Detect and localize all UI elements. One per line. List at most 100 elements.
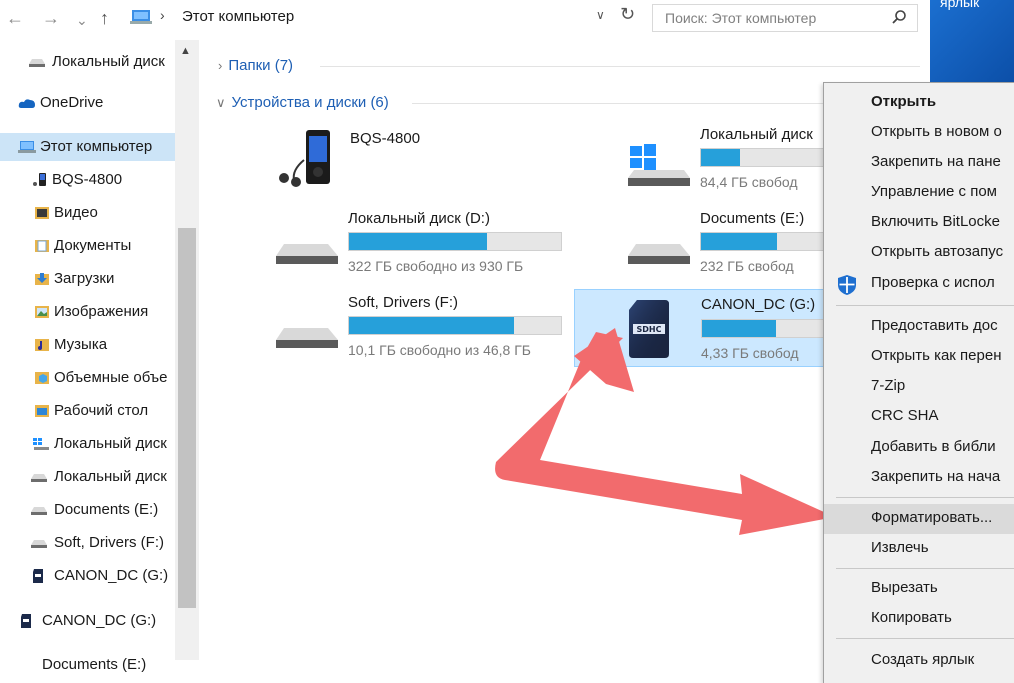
menu-item-label: Закрепить на нача	[871, 468, 1001, 485]
documents-folder-icon	[34, 239, 50, 253]
menu-separator	[836, 638, 1014, 639]
menu-item-open-portable[interactable]: Открыть как перен	[824, 342, 1014, 372]
onedrive-icon	[18, 96, 35, 110]
menu-item-manage-with[interactable]: Управление с пом	[824, 178, 1014, 208]
drive-icon	[624, 210, 696, 288]
sidebar-item-desktop[interactable]: Рабочий стол	[0, 397, 182, 425]
menu-item-crc-sha[interactable]: CRC SHA	[824, 402, 1014, 432]
sidebar-item-label: Documents (E:)	[42, 656, 147, 672]
menu-item-copy[interactable]: Копировать	[824, 604, 1014, 634]
menu-item-pin-to-start[interactable]: Закрепить на нача	[824, 463, 1014, 493]
sidebar-item-downloads[interactable]: Загрузки	[0, 265, 182, 293]
search-icon[interactable]	[891, 9, 907, 25]
sidebar-item-documents-e-root[interactable]: Documents (E:)	[0, 650, 182, 672]
chevron-right-icon[interactable]: ›	[160, 7, 165, 23]
menu-item-cut[interactable]: Вырезать	[824, 574, 1014, 604]
computer-icon	[18, 140, 36, 154]
group-title-devices: Устройства и диски (6)	[231, 94, 389, 111]
menu-item-7zip[interactable]: 7-Zip	[824, 372, 1014, 402]
sidebar-item-local-disk[interactable]: Локальный диск	[0, 48, 182, 76]
sidebar-item-canon-dc-g[interactable]: CANON_DC (G:)	[0, 562, 182, 590]
sidebar-item-label: Документы	[54, 237, 132, 254]
menu-item-label: Добавить в библи	[871, 438, 996, 455]
address-path[interactable]: › Этот компьютер	[130, 5, 645, 31]
sidebar-item-bqs-4800[interactable]: BQS-4800	[0, 166, 182, 194]
recent-locations-button[interactable]: ⌄	[76, 8, 88, 32]
menu-item-open-new-window[interactable]: Открыть в новом о	[824, 118, 1014, 148]
menu-item-add-to-library[interactable]: Добавить в библи	[824, 433, 1014, 463]
usage-bar	[700, 232, 840, 251]
sidebar-item-3d-objects[interactable]: Объемные объе	[0, 364, 182, 392]
menu-item-give-access[interactable]: Предоставить дос	[824, 312, 1014, 342]
menu-item-open[interactable]: Открыть	[824, 88, 1014, 118]
menu-item-scan-with[interactable]: Проверка с испол	[824, 269, 1014, 299]
phone-icon	[274, 130, 346, 208]
search-input[interactable]: Поиск: Этот компьютер	[665, 10, 816, 26]
menu-item-open-autoplay[interactable]: Открыть автозапус	[824, 238, 1014, 268]
sidebar-item-label: Объемные объе	[54, 369, 168, 386]
sidebar-item-this-pc[interactable]: Этот компьютер	[0, 133, 182, 161]
back-button[interactable]: ←	[6, 6, 24, 30]
scroll-up-icon[interactable]: ▲	[180, 45, 191, 57]
address-dropdown-icon[interactable]: ∨	[596, 8, 605, 22]
menu-item-label: Вырезать	[871, 579, 938, 596]
music-folder-icon	[34, 338, 50, 352]
menu-separator	[836, 568, 1014, 569]
refresh-icon[interactable]: ↻	[620, 4, 635, 25]
drive-icon	[272, 294, 344, 372]
menu-item-label: Создать ярлык	[871, 651, 975, 668]
group-header-devices[interactable]: ∨ Устройства и диски (6)	[216, 94, 389, 111]
menu-item-label: Управление с пом	[871, 183, 997, 200]
free-space-text: 84,4 ГБ свобод	[700, 174, 798, 190]
sidebar-item-local-disk-d[interactable]: Локальный диск	[0, 463, 182, 491]
menu-item-label: Закрепить на пане	[871, 153, 1001, 170]
phone-icon	[32, 173, 48, 187]
device-name: BQS-4800	[350, 130, 421, 147]
sidebar-item-pictures[interactable]: Изображения	[0, 298, 182, 326]
chevron-down-icon[interactable]: ∨	[216, 95, 226, 110]
windows-drive-icon	[624, 126, 696, 204]
device-name: Documents (E:)	[700, 210, 805, 227]
sidebar-item-documents[interactable]: Документы	[0, 232, 182, 260]
device-tile-bqs-4800[interactable]: BQS-4800	[274, 130, 574, 208]
sidebar-item-soft-drivers-f[interactable]: Soft, Drivers (F:)	[0, 529, 182, 557]
forward-button[interactable]: →	[42, 6, 60, 30]
up-button[interactable]: ↑	[100, 6, 109, 30]
menu-item-format[interactable]: Форматировать...	[824, 504, 1014, 534]
sidebar-item-local-disk-c[interactable]: Локальный диск	[0, 430, 182, 458]
sidebar-item-video[interactable]: Видео	[0, 199, 182, 227]
desktop-background: ярлык	[930, 0, 1014, 82]
sidebar-item-label: CANON_DC (G:)	[54, 567, 169, 584]
sidebar-item-canon-dc-g-root[interactable]: CANON_DC (G:)	[0, 607, 182, 635]
desktop-shortcut-label: ярлык	[940, 0, 980, 10]
navigation-pane: Локальный диск OneDrive Этот компьютер B…	[0, 40, 200, 682]
menu-item-eject[interactable]: Извлечь	[824, 534, 1014, 564]
sidebar-scrollbar-thumb[interactable]	[178, 228, 196, 608]
device-tile-documents-e[interactable]: Documents (E:) 232 ГБ свобод	[624, 210, 840, 288]
search-box[interactable]: Поиск: Этот компьютер	[652, 4, 918, 32]
group-header-folders[interactable]: › Папки (7)	[218, 57, 293, 74]
sidebar-item-label: Видео	[54, 204, 98, 221]
usage-bar-fill	[701, 149, 740, 166]
sidebar-item-label: OneDrive	[40, 94, 104, 111]
sidebar-item-label: Музыка	[54, 336, 108, 353]
path-segment-this-pc[interactable]: Этот компьютер	[182, 8, 294, 25]
sidebar-item-documents-e[interactable]: Documents (E:)	[0, 496, 182, 524]
sidebar-item-music[interactable]: Музыка	[0, 331, 182, 359]
menu-item-label: Предоставить дос	[871, 317, 998, 334]
menu-item-label: Открыть как перен	[871, 347, 1002, 364]
menu-item-pin-quick-access[interactable]: Закрепить на пане	[824, 148, 1014, 178]
free-space-text: 322 ГБ свободно из 930 ГБ	[348, 258, 524, 274]
menu-item-label: Форматировать...	[871, 509, 993, 526]
menu-item-label: Проверка с испол	[871, 274, 995, 291]
menu-item-create-shortcut[interactable]: Создать ярлык	[824, 646, 1014, 676]
usage-bar	[348, 232, 562, 251]
menu-separator	[836, 497, 1014, 498]
chevron-right-icon[interactable]: ›	[218, 58, 222, 73]
menu-item-turn-on-bitlocker[interactable]: Включить BitLocke	[824, 208, 1014, 238]
sd-card-icon	[32, 569, 48, 583]
device-tile-local-disk-d[interactable]: Локальный диск (D:) 322 ГБ свободно из 9…	[272, 210, 572, 288]
device-tile-local-disk-c[interactable]: Локальный диск 84,4 ГБ свобод	[624, 126, 840, 204]
sidebar-item-onedrive[interactable]: OneDrive	[0, 89, 182, 117]
pictures-folder-icon	[34, 305, 50, 319]
